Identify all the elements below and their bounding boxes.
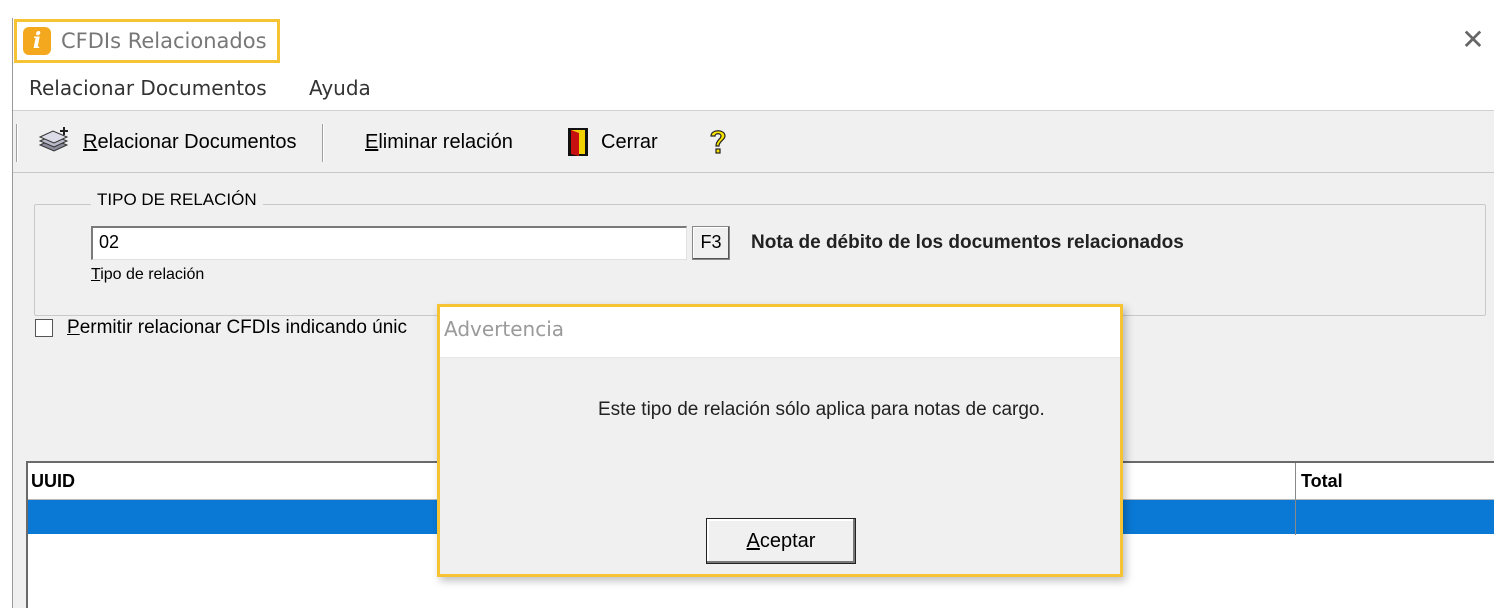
caption-accel: T	[91, 266, 101, 283]
relation-description: Nota de débito de los documentos relacio…	[751, 232, 1184, 253]
dialog-title: Advertencia	[444, 317, 565, 341]
f3-button[interactable]: F3	[692, 226, 730, 260]
relacionar-documentos-button[interactable]: Relacionar Documentos	[37, 124, 296, 160]
column-total[interactable]: Total	[1301, 471, 1343, 492]
tipo-relacion-value: 02	[99, 232, 120, 252]
eliminar-label: liminar relación	[378, 130, 513, 153]
help-question-icon	[710, 130, 726, 154]
aceptar-button[interactable]: Aceptar	[706, 518, 856, 564]
caption-label: ipo de relación	[100, 266, 205, 283]
column-separator	[1295, 463, 1296, 535]
tipo-relacion-group	[34, 204, 1486, 316]
help-button[interactable]	[708, 124, 728, 160]
menu-ayuda[interactable]: Ayuda	[309, 76, 371, 100]
toolbar-separator	[322, 124, 324, 162]
eliminar-relacion-button[interactable]: Eliminar relación	[365, 124, 513, 160]
tipo-relacion-caption: Tipo de relación	[91, 266, 204, 284]
relacionar-label: elacionar Documentos	[97, 130, 297, 153]
dialog-title-bar: Advertencia	[440, 307, 1120, 358]
column-uuid[interactable]: UUID	[31, 471, 75, 492]
advertencia-dialog: Advertencia Este tipo de relación sólo a…	[437, 304, 1123, 577]
dialog-message: Este tipo de relación sólo aplica para n…	[598, 399, 1045, 420]
checkbox-accel: P	[67, 317, 80, 338]
toolbar-separator	[16, 124, 18, 162]
aceptar-label: ceptar	[759, 530, 816, 552]
top-strip	[0, 0, 1494, 18]
close-icon[interactable]: ✕	[1459, 26, 1487, 54]
cerrar-label: Cerrar	[601, 130, 658, 153]
cerrar-button[interactable]: Cerrar	[567, 124, 658, 160]
group-legend: TIPO DE RELACIÓN	[91, 190, 263, 210]
permitir-checkbox-label[interactable]: Permitir relacionar CFDIs indicando únic	[67, 317, 407, 339]
menu-relacionar-documentos[interactable]: Relacionar Documentos	[29, 76, 267, 100]
exit-door-icon	[568, 128, 588, 156]
info-app-icon: i	[23, 27, 51, 55]
tipo-relacion-input[interactable]: 02	[91, 226, 687, 260]
relacionar-accel: R	[83, 130, 98, 153]
window-title: CFDIs Relacionados	[61, 29, 267, 53]
permitir-checkbox[interactable]	[35, 319, 53, 337]
eliminar-accel: E	[365, 130, 379, 153]
menu-bar: Relacionar Documentos Ayuda	[13, 70, 1494, 111]
toolbar: Relacionar Documentos Eliminar relación …	[13, 112, 1494, 173]
stacked-documents-icon	[38, 127, 69, 152]
title-bar: i CFDIs Relacionados ✕	[13, 18, 1494, 70]
aceptar-accel: A	[746, 530, 760, 552]
checkbox-text: ermitir relacionar CFDIs indicando únic	[79, 317, 408, 338]
title-highlight: i CFDIs Relacionados	[14, 19, 280, 63]
